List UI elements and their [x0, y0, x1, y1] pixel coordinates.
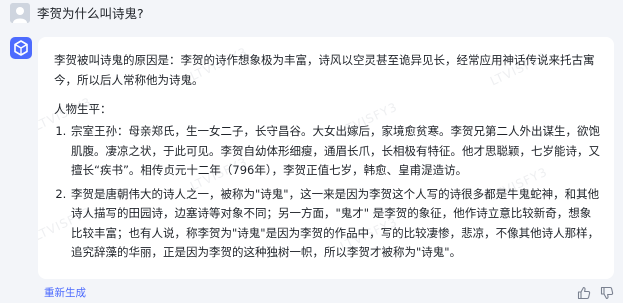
user-message-row: 李贺为什么叫诗鬼?: [0, 0, 623, 30]
answer-card: LTVISFY3 LTVISFY3 LTVISFY3 LTVISFY3 LTVI…: [38, 37, 614, 279]
thumbs-down-icon[interactable]: [599, 285, 615, 301]
cube-logo-icon: [10, 37, 32, 59]
user-avatar-icon: [10, 3, 30, 23]
regenerate-button[interactable]: 重新生成: [44, 285, 86, 300]
section-title: 人物生平：: [54, 102, 112, 116]
thumbs-up-icon[interactable]: [576, 285, 592, 301]
list-item: 宗室王孙：母亲郑氏，生一女二子，长守昌谷。大女出嫁后，家境愈贫寒。李贺兄第二人外…: [70, 122, 600, 181]
user-question: 李贺为什么叫诗鬼?: [37, 6, 144, 21]
answer-point-list: 宗室王孙：母亲郑氏，生一女二子，长守昌谷。大女出嫁后，家境愈贫寒。李贺兄第二人外…: [54, 122, 600, 263]
list-item: 李贺是唐朝伟大的诗人之一，被称为"诗鬼"，这一来是因为李贺这个人写的诗很多都是牛…: [70, 185, 600, 263]
chat-page: 李贺为什么叫诗鬼? LTVISFY3 LTVISFY3 LTVISFY3 LTV…: [0, 0, 623, 303]
answer-intro: 李贺被叫诗鬼的原因是：李贺的诗作想象极为丰富，诗风以空灵甚至诡异见长，经常应用神…: [54, 53, 595, 87]
